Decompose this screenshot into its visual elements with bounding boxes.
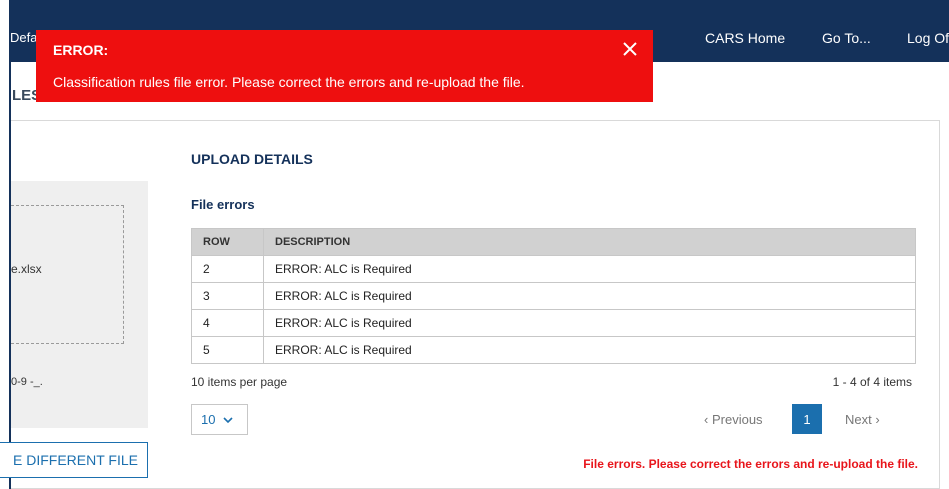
- close-icon[interactable]: [621, 40, 639, 58]
- chevron-down-icon: [222, 414, 234, 426]
- description-cell: ERROR: ALC is Required: [263, 309, 916, 337]
- pager-previous-label: Previous: [711, 412, 763, 427]
- choose-different-file-button[interactable]: E DIFFERENT FILE: [0, 442, 148, 478]
- nav-link-cars-home[interactable]: CARS Home: [705, 30, 785, 46]
- table-row: 3 ERROR: ALC is Required: [191, 282, 916, 310]
- chevron-left-icon: ‹: [704, 412, 709, 427]
- row-number-cell: 5: [191, 336, 264, 364]
- alert-title: ERROR:: [53, 42, 109, 58]
- table-row: 5 ERROR: ALC is Required: [191, 336, 916, 364]
- description-cell: ERROR: ALC is Required: [263, 255, 916, 283]
- file-errors-table: ROW DESCRIPTION 2 ERROR: ALC is Required…: [191, 228, 916, 364]
- items-per-page-value: 10: [201, 412, 216, 427]
- table-row: 4 ERROR: ALC is Required: [191, 309, 916, 337]
- column-header-row[interactable]: ROW: [191, 228, 264, 256]
- row-number-cell: 4: [191, 309, 264, 337]
- nav-link-go-to[interactable]: Go To...: [822, 30, 871, 46]
- items-range-label: 1 - 4 of 4 items: [832, 375, 912, 389]
- chevron-right-icon: ›: [875, 412, 880, 427]
- table-header-row: ROW DESCRIPTION: [191, 228, 916, 256]
- table-row: 2 ERROR: ALC is Required: [191, 255, 916, 283]
- file-errors-message: File errors. Please correct the errors a…: [583, 457, 918, 471]
- brand-label: Defa: [10, 30, 38, 45]
- allowed-characters-hint: 0-9 -_.: [11, 376, 43, 388]
- pager-previous-button[interactable]: ‹ Previous: [704, 412, 763, 427]
- row-number-cell: 3: [191, 282, 264, 310]
- column-header-description[interactable]: DESCRIPTION: [263, 228, 916, 256]
- description-cell: ERROR: ALC is Required: [263, 282, 916, 310]
- upload-details-title: UPLOAD DETAILS: [191, 151, 313, 167]
- pager-next-label: Next: [845, 412, 872, 427]
- description-cell: ERROR: ALC is Required: [263, 336, 916, 364]
- items-per-page-select[interactable]: 10: [191, 404, 248, 435]
- uploaded-file-name: e.xlsx: [11, 262, 42, 276]
- file-errors-title: File errors: [191, 197, 255, 212]
- items-per-page-label: 10 items per page: [191, 375, 288, 389]
- pager-next-button[interactable]: Next ›: [845, 412, 880, 427]
- error-alert: ERROR: Classification rules file error. …: [36, 30, 653, 102]
- pager-page-1[interactable]: 1: [792, 404, 822, 434]
- row-number-cell: 2: [191, 255, 264, 283]
- nav-link-log-off[interactable]: Log Of: [907, 30, 949, 46]
- alert-message: Classification rules file error. Please …: [53, 74, 525, 90]
